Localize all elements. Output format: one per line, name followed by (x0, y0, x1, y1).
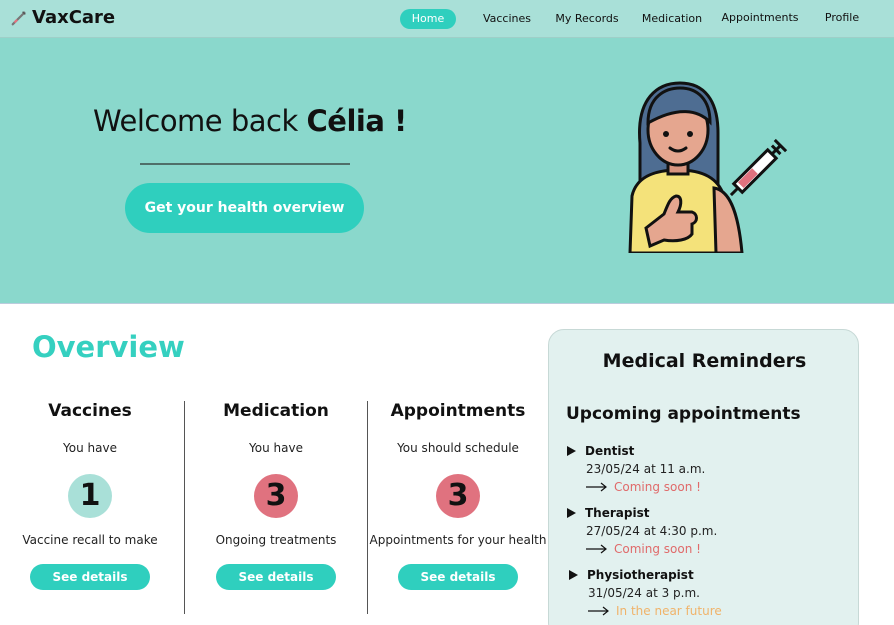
card-title: Appointments (390, 401, 526, 421)
play-triangle-icon (567, 446, 576, 456)
appointment-status: Coming soon ! (614, 480, 701, 494)
appointment-name: Dentist (585, 444, 635, 458)
appointment-name: Therapist (585, 506, 650, 520)
welcome-prefix: Welcome back (93, 104, 307, 138)
appointment-item[interactable]: Therapist 27/05/24 at 4:30 p.m. Coming s… (567, 505, 847, 557)
see-details-button[interactable]: See details (398, 564, 518, 590)
card-description: Ongoing treatments (215, 533, 337, 547)
hero-banner: Welcome back Célia ! Get your health ove… (0, 38, 894, 304)
appointment-item[interactable]: Dentist 23/05/24 at 11 a.m. Coming soon … (567, 443, 847, 495)
play-triangle-icon (567, 508, 576, 518)
card-subtitle: You should schedule (397, 441, 519, 455)
upcoming-appointments-heading: Upcoming appointments (566, 404, 801, 424)
nav-home[interactable]: Home (400, 9, 456, 29)
nav-vaccines[interactable]: Vaccines (476, 9, 538, 29)
card-description: Vaccine recall to make (22, 533, 158, 547)
appointment-status: In the near future (616, 604, 722, 618)
nav-my-records[interactable]: My Records (552, 9, 622, 29)
user-name: Célia ! (306, 104, 408, 138)
brand-name: VaxCare (32, 7, 116, 28)
appointment-status: Coming soon ! (614, 542, 701, 556)
play-triangle-icon (569, 570, 578, 580)
count-badge: 1 (68, 474, 112, 518)
appointment-name: Physiotherapist (587, 568, 694, 582)
hero-divider (140, 163, 350, 165)
card-title: Medication (223, 401, 329, 421)
card-description: Appointments for your health (369, 533, 547, 547)
appointment-date: 31/05/24 at 3 p.m. (588, 586, 700, 600)
nav-profile[interactable]: Profile (820, 8, 864, 28)
health-overview-button[interactable]: Get your health overview (125, 183, 364, 233)
brand-logo[interactable]: VaxCare (10, 7, 115, 28)
nav-medication[interactable]: Medication (640, 9, 704, 29)
count-badge: 3 (436, 474, 480, 518)
vaccines-card: Vaccines You have 1 Vaccine recall to ma… (0, 400, 180, 590)
count-badge: 3 (254, 474, 298, 518)
appointment-date: 23/05/24 at 11 a.m. (586, 462, 706, 476)
medical-reminders-panel: Medical Reminders Upcoming appointments … (548, 329, 859, 625)
welcome-heading: Welcome back Célia ! (93, 104, 407, 138)
reminders-title: Medical Reminders (602, 350, 807, 372)
medication-card: Medication You have 3 Ongoing treatments… (186, 400, 366, 590)
arrow-right-icon (588, 606, 609, 616)
overview-title: Overview (32, 330, 185, 364)
arrow-right-icon (586, 544, 607, 554)
see-details-button[interactable]: See details (30, 564, 150, 590)
syringe-icon (11, 10, 26, 25)
card-subtitle: You have (63, 441, 117, 455)
see-details-button[interactable]: See details (216, 564, 336, 590)
appointment-item[interactable]: Physiotherapist 31/05/24 at 3 p.m. In th… (569, 567, 849, 619)
appointments-card: Appointments You should schedule 3 Appoi… (368, 400, 548, 590)
card-subtitle: You have (249, 441, 303, 455)
top-navbar: VaxCare Home Vaccines My Records Medicat… (0, 0, 894, 38)
vaccinated-person-illustration (628, 81, 788, 253)
nav-appointments[interactable]: Appointments (720, 8, 800, 28)
card-title: Vaccines (48, 401, 132, 421)
column-divider (184, 401, 185, 614)
appointment-date: 27/05/24 at 4:30 p.m. (586, 524, 718, 538)
arrow-right-icon (586, 482, 607, 492)
